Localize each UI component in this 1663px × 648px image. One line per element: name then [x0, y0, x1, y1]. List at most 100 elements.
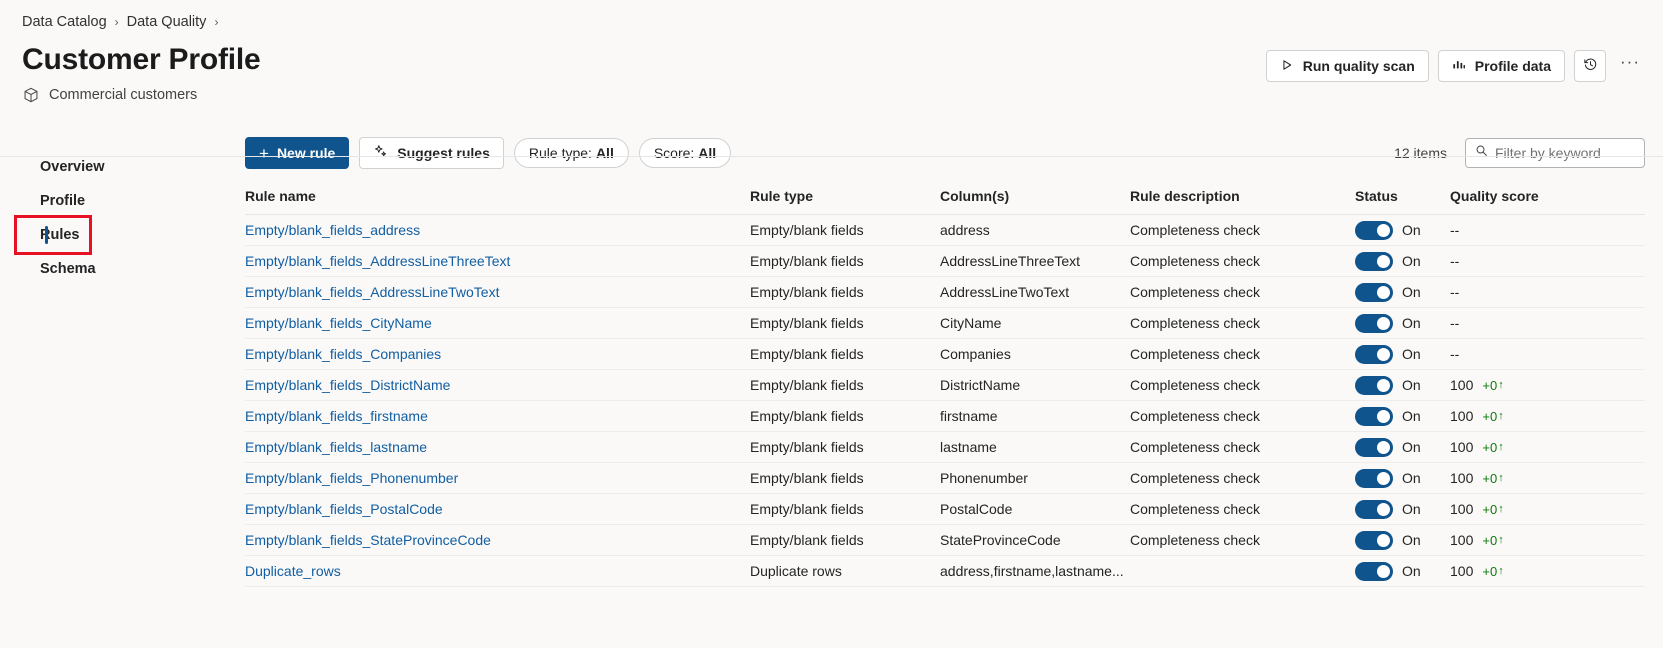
quality-score-delta: +0 ↑ [1482, 378, 1503, 393]
status-label: On [1402, 470, 1421, 486]
cell-rule-description: Completeness check [1130, 338, 1355, 370]
table-row: Empty/blank_fields_PostalCode Empty/blank… [245, 493, 1645, 525]
cell-rule-type: Empty/blank fields [750, 276, 940, 308]
rule-name-link[interactable]: Empty/blank_fields_address [245, 222, 420, 238]
quality-score-delta: +0 ↑ [1482, 440, 1503, 455]
column-header-columns: Column(s) [940, 188, 1130, 215]
status-toggle[interactable] [1355, 313, 1393, 333]
rule-type-filter-value: All [595, 145, 614, 161]
cell-rule-name: Empty/blank_fields_CityName [245, 307, 750, 339]
cell-rule-type: Empty/blank fields [750, 524, 940, 556]
status-toggle[interactable] [1355, 251, 1393, 271]
status-label: On [1402, 315, 1421, 331]
cell-rule-type: Empty/blank fields [750, 493, 940, 525]
sidebar-item-profile[interactable]: Profile [0, 184, 245, 218]
status-toggle[interactable] [1355, 220, 1393, 240]
sidebar-item-label: Rules [40, 227, 80, 243]
cell-quality-score: 100 +0 ↑ [1450, 493, 1645, 525]
play-triangle-icon [1280, 58, 1294, 75]
suggest-rules-button[interactable]: Suggest rules [359, 137, 504, 169]
score-filter-value: All [698, 145, 717, 161]
quality-score-delta: +0 ↑ [1482, 409, 1503, 424]
cell-quality-score: 100 +0 ↑ [1450, 462, 1645, 494]
sidebar-item-label: Profile [40, 193, 86, 209]
status-toggle[interactable] [1355, 282, 1393, 302]
cell-rule-type: Empty/blank fields [750, 431, 940, 463]
toggle-knob [1377, 564, 1390, 578]
cell-columns: AddressLineTwoText [940, 276, 1130, 308]
status-toggle[interactable] [1355, 561, 1393, 581]
history-button[interactable] [1574, 50, 1606, 82]
cell-columns: Companies [940, 338, 1130, 370]
header-divider [0, 156, 1663, 157]
breadcrumb-separator-icon: › [114, 15, 119, 29]
status-toggle[interactable] [1355, 344, 1393, 364]
cell-status: On [1355, 307, 1450, 339]
sidebar-item-rules[interactable]: Rules [14, 215, 92, 255]
status-toggle[interactable] [1355, 406, 1393, 426]
cell-rule-name: Empty/blank_fields_Phonenumber [245, 462, 750, 494]
rule-name-link[interactable]: Empty/blank_fields_AddressLineTwoText [245, 284, 499, 300]
arrow-up-icon: ↑ [1498, 534, 1504, 546]
score-filter[interactable]: Score: All [638, 138, 732, 168]
page-subtitle-label: Commercial customers [49, 87, 198, 103]
rule-name-link[interactable]: Empty/blank_fields_CityName [245, 315, 432, 331]
rule-name-link[interactable]: Duplicate_rows [245, 563, 341, 579]
new-rule-button[interactable]: + New rule [245, 137, 350, 169]
toggle-knob [1377, 316, 1390, 330]
rule-type-filter[interactable]: Rule type: All [513, 138, 629, 168]
quality-score-delta-value: +0 [1482, 501, 1498, 517]
rule-name-link[interactable]: Empty/blank_fields_StateProvinceCode [245, 532, 491, 548]
status-toggle[interactable] [1355, 437, 1393, 457]
rule-name-link[interactable]: Empty/blank_fields_lastname [245, 439, 427, 455]
search-box[interactable] [1465, 138, 1645, 168]
bar-chart-icon [1452, 58, 1466, 75]
status-toggle[interactable] [1355, 468, 1393, 488]
status-label: On [1402, 346, 1421, 362]
page-subtitle: Commercial customers [22, 86, 1663, 104]
run-quality-scan-button[interactable]: Run quality scan [1265, 50, 1429, 82]
column-header-rule-name: Rule name [245, 188, 750, 215]
quality-score-value: 100 [1450, 377, 1474, 393]
sidebar-item-schema[interactable]: Schema [0, 252, 245, 286]
breadcrumb-item-data-catalog[interactable]: Data Catalog [22, 14, 107, 30]
status-label: On [1402, 222, 1421, 238]
status-toggle[interactable] [1355, 375, 1393, 395]
score-filter-label: Score: [653, 145, 695, 161]
cell-columns: AddressLineThreeText [940, 245, 1130, 277]
cell-quality-score: -- [1450, 276, 1645, 308]
table-row: Empty/blank_fields_StateProvinceCode Empt… [245, 524, 1645, 556]
rule-name-link[interactable]: Empty/blank_fields_firstname [245, 408, 428, 424]
quality-score-value: 100 [1450, 439, 1474, 455]
rule-name-link[interactable]: Empty/blank_fields_DistrictName [245, 377, 450, 393]
quality-score-delta: +0 ↑ [1482, 533, 1503, 548]
profile-data-button[interactable]: Profile data [1437, 50, 1565, 82]
search-input[interactable] [1495, 145, 1635, 161]
suggest-rules-label: Suggest rules [397, 145, 490, 161]
new-rule-label: New rule [276, 145, 336, 161]
status-toggle[interactable] [1355, 499, 1393, 519]
profile-data-label: Profile data [1474, 58, 1551, 74]
toolbar-right-group: 12 items [1394, 138, 1645, 168]
cell-quality-score: 100 +0 ↑ [1450, 524, 1645, 556]
cell-rule-description: Completeness check [1130, 369, 1355, 401]
rule-name-link[interactable]: Empty/blank_fields_AddressLineThreeText [245, 253, 510, 269]
more-options-button[interactable]: ··· [1615, 51, 1645, 81]
quality-score-value: -- [1450, 253, 1460, 269]
status-label: On [1402, 501, 1421, 517]
breadcrumb-item-data-quality[interactable]: Data Quality [127, 14, 207, 30]
status-toggle[interactable] [1355, 530, 1393, 550]
rule-name-link[interactable]: Empty/blank_fields_Phonenumber [245, 470, 458, 486]
rule-name-link[interactable]: Empty/blank_fields_PostalCode [245, 501, 443, 517]
table-row: Empty/blank_fields_Companies Empty/blank … [245, 338, 1645, 370]
rule-name-link[interactable]: Empty/blank_fields_Companies [245, 346, 441, 362]
table-row: Duplicate_rows Duplicate rows address,firs… [245, 555, 1645, 587]
cell-rule-type: Empty/blank fields [750, 400, 940, 432]
status-label: On [1402, 284, 1421, 300]
cell-quality-score: 100 +0 ↑ [1450, 555, 1645, 587]
cell-rule-name: Empty/blank_fields_lastname [245, 431, 750, 463]
arrow-up-icon: ↑ [1498, 410, 1504, 422]
sidebar-item-overview[interactable]: Overview [0, 150, 245, 184]
table-row: Empty/blank_fields_address Empty/blank fi… [245, 214, 1645, 246]
cell-rule-name: Empty/blank_fields_DistrictName [245, 369, 750, 401]
